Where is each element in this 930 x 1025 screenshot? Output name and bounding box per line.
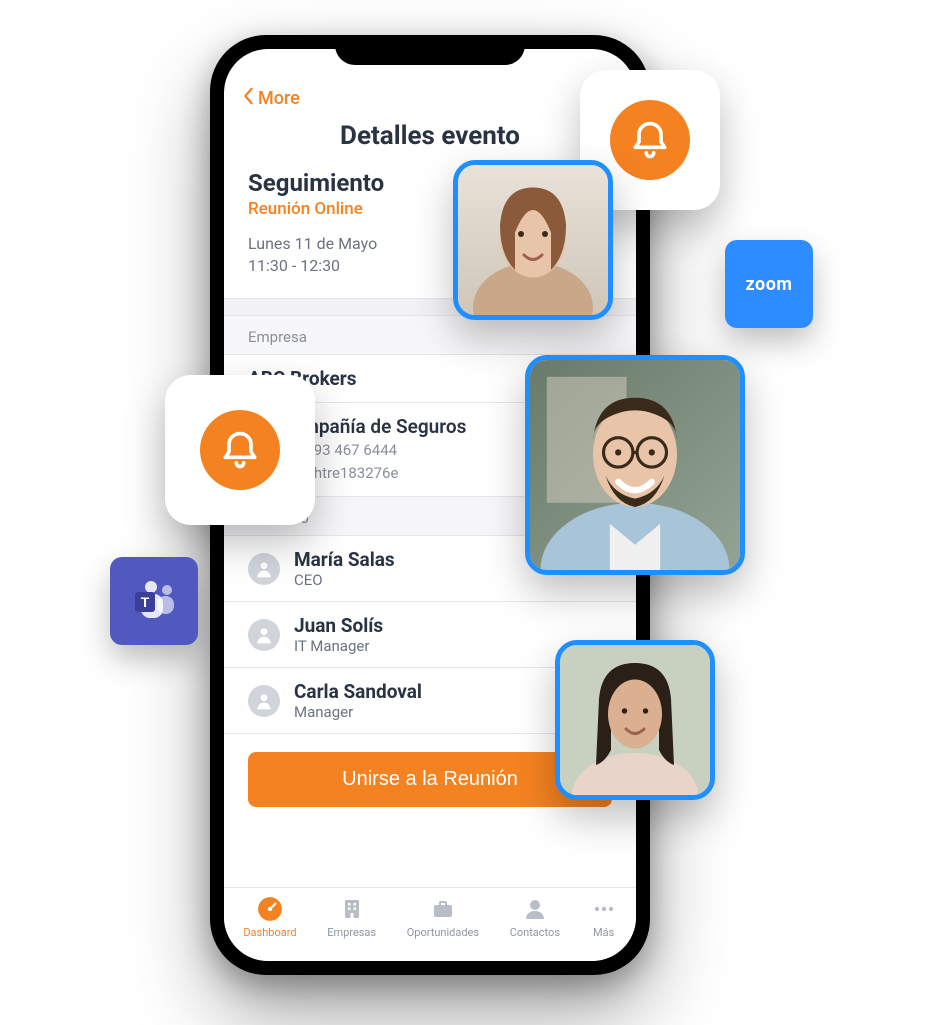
phone-notch <box>335 35 525 65</box>
contact-name: Carla Sandoval <box>294 680 422 703</box>
back-link[interactable]: More <box>258 88 300 109</box>
tab-contacts[interactable]: Contactos <box>510 896 560 939</box>
zoom-logo-text: zoom <box>746 274 793 295</box>
teams-icon: T <box>127 574 181 628</box>
participant-photo <box>525 355 745 575</box>
avatar-image <box>530 360 740 570</box>
tab-dashboard[interactable]: Dashboard <box>243 896 296 939</box>
briefcase-icon <box>430 896 456 922</box>
tab-label: Oportunidades <box>407 926 479 939</box>
more-icon <box>591 896 617 922</box>
tab-label: Contactos <box>510 926 560 939</box>
tab-opportunities[interactable]: Oportunidades <box>407 896 479 939</box>
bell-icon <box>610 100 690 180</box>
company-section-header: Empresa <box>224 316 636 355</box>
bottom-tab-bar: Dashboard Empresas Oportunidades <box>224 887 636 961</box>
participant-photo <box>555 640 715 800</box>
building-icon <box>339 896 365 922</box>
contact-name: María Salas <box>294 548 395 571</box>
avatar-image <box>560 645 710 795</box>
svg-text:T: T <box>141 594 150 610</box>
notification-bell-card <box>165 375 315 525</box>
contact-role: Manager <box>294 703 422 721</box>
person-icon <box>522 896 548 922</box>
person-icon <box>248 619 280 651</box>
tab-label: Más <box>593 926 614 939</box>
contact-role: IT Manager <box>294 637 383 655</box>
person-icon <box>248 685 280 717</box>
dashboard-icon <box>257 896 283 922</box>
participant-photo <box>453 160 613 320</box>
contact-role: CEO <box>294 571 395 589</box>
tab-more[interactable]: Más <box>591 896 617 939</box>
tab-companies[interactable]: Empresas <box>327 896 376 939</box>
contact-name: Juan Solís <box>294 614 383 637</box>
tab-label: Dashboard <box>243 926 296 939</box>
person-icon <box>248 553 280 585</box>
zoom-integration-tile: zoom <box>725 240 813 328</box>
bell-icon <box>200 410 280 490</box>
home-indicator <box>365 962 495 967</box>
teams-integration-tile: T <box>110 557 198 645</box>
avatar-image <box>458 165 608 315</box>
tab-label: Empresas <box>327 926 376 939</box>
back-chevron-icon[interactable] <box>242 87 254 109</box>
